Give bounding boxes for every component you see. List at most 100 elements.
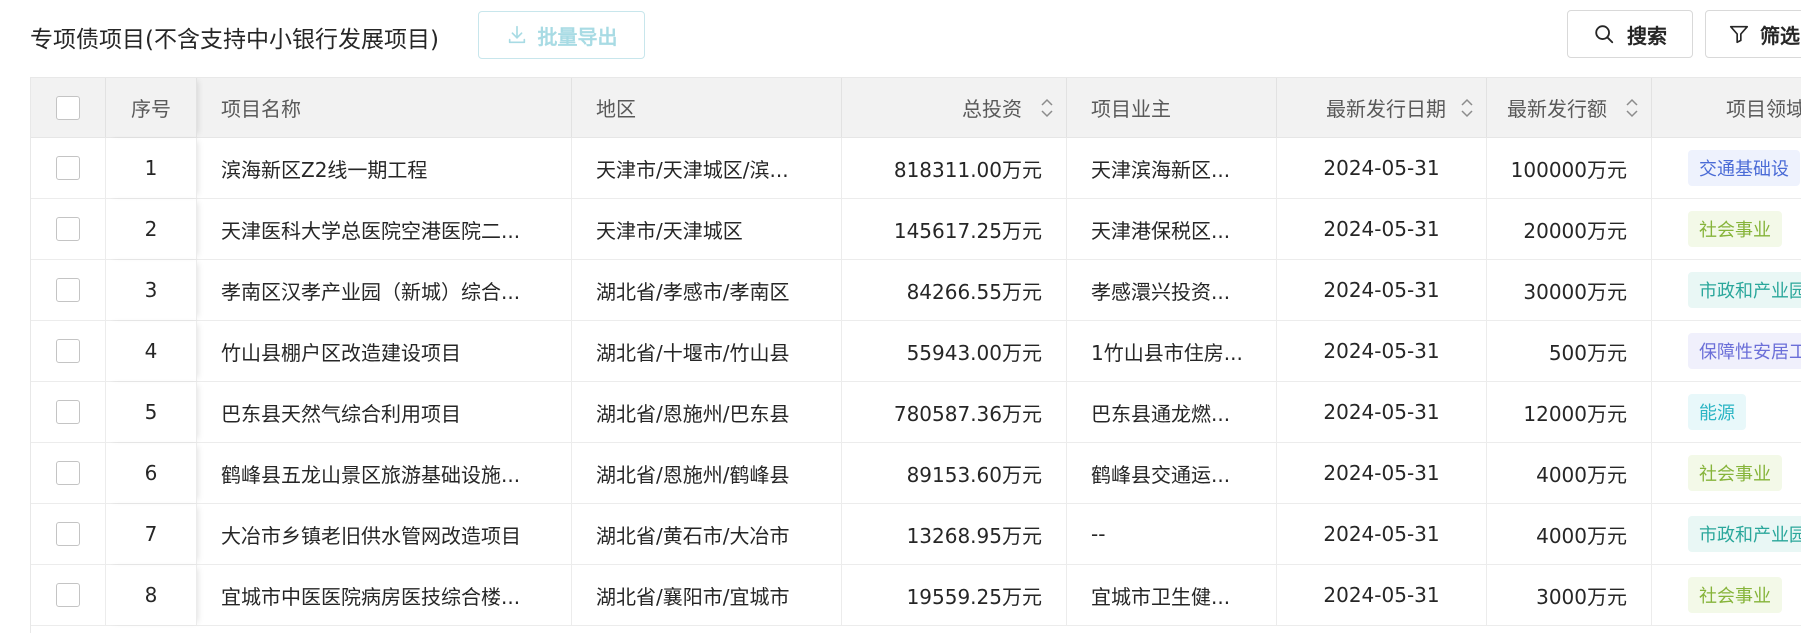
table-row[interactable]: 6 鹤峰县五龙山景区旅游基础设施... 湖北省/恩施州/鹤峰县 89153.60… xyxy=(31,443,1801,504)
sort-icon[interactable] xyxy=(1460,97,1474,119)
row-seq: 1 xyxy=(106,138,197,198)
row-region: 湖北省/襄阳市/宜城市 xyxy=(572,565,842,625)
field-tag: 保障性安居工 xyxy=(1688,333,1801,369)
row-issue-amount: 3000万元 xyxy=(1487,565,1652,625)
row-check-cell xyxy=(31,443,106,503)
row-project-name[interactable]: 孝南区汉孝产业园（新城）综合... xyxy=(197,260,572,320)
search-icon xyxy=(1595,25,1614,44)
col-issue-amount[interactable]: 最新发行额 xyxy=(1487,78,1652,137)
row-checkbox[interactable] xyxy=(56,461,80,485)
row-field-cell: 市政和产业园区 xyxy=(1652,504,1801,564)
row-project-name[interactable]: 天津医科大学总医院空港医院二... xyxy=(197,199,572,259)
row-seq: 2 xyxy=(106,199,197,259)
table-row[interactable]: 1 滨海新区Z2线一期工程 天津市/天津城区/滨... 818311.00万元 … xyxy=(31,138,1801,199)
row-investment: 89153.60万元 xyxy=(842,443,1067,503)
row-seq: 4 xyxy=(106,321,197,381)
col-name: 项目名称 xyxy=(197,78,572,137)
row-project-name[interactable]: 竹山县棚户区改造建设项目 xyxy=(197,321,572,381)
col-region: 地区 xyxy=(572,78,842,137)
row-check-cell xyxy=(31,138,106,198)
row-owner: 1竹山县市住房... xyxy=(1067,321,1277,381)
row-field-cell: 社会事业 xyxy=(1652,565,1801,625)
row-issue-date: 2024-05-31 xyxy=(1277,382,1487,442)
row-issue-amount: 100000万元 xyxy=(1487,138,1652,198)
row-project-name[interactable]: 宜城市中医医院病房医技综合楼... xyxy=(197,565,572,625)
row-project-name[interactable]: 巴东县天然气综合利用项目 xyxy=(197,382,572,442)
header-check-cell xyxy=(31,78,106,137)
row-owner: 天津滨海新区... xyxy=(1067,138,1277,198)
row-project-name[interactable]: 滨海新区Z2线一期工程 xyxy=(197,138,572,198)
row-issue-date: 2024-05-31 xyxy=(1277,443,1487,503)
table-row[interactable]: 7 大冶市乡镇老旧供水管网改造项目 湖北省/黄石市/大冶市 13268.95万元… xyxy=(31,504,1801,565)
row-seq: 5 xyxy=(106,382,197,442)
row-checkbox[interactable] xyxy=(56,217,80,241)
row-issue-date: 2024-05-31 xyxy=(1277,138,1487,198)
row-check-cell xyxy=(31,504,106,564)
download-icon xyxy=(508,25,525,44)
filter-label: 筛选 xyxy=(1760,23,1800,48)
col-issue-date[interactable]: 最新发行日期 xyxy=(1277,78,1487,137)
row-checkbox[interactable] xyxy=(56,583,80,607)
page-title: 专项债项目(不含支持中小银行发展项目) xyxy=(30,27,439,53)
row-field-cell: 能源 xyxy=(1652,382,1801,442)
row-project-name[interactable]: 鹤峰县五龙山景区旅游基础设施... xyxy=(197,443,572,503)
table-row[interactable]: 8 宜城市中医医院病房医技综合楼... 湖北省/襄阳市/宜城市 19559.25… xyxy=(31,565,1801,626)
field-tag: 社会事业 xyxy=(1688,577,1782,613)
row-project-name[interactable]: 大冶市乡镇老旧供水管网改造项目 xyxy=(197,504,572,564)
row-owner: 天津港保税区... xyxy=(1067,199,1277,259)
filter-button[interactable]: 筛选 xyxy=(1705,10,1801,58)
search-button[interactable]: 搜索 xyxy=(1567,10,1693,58)
col-owner: 项目业主 xyxy=(1067,78,1277,137)
row-field-cell: 交通基础设 xyxy=(1652,138,1801,198)
table-row[interactable]: 3 孝南区汉孝产业园（新城）综合... 湖北省/孝感市/孝南区 84266.55… xyxy=(31,260,1801,321)
row-field-cell: 市政和产业园区 xyxy=(1652,260,1801,320)
sort-icon[interactable] xyxy=(1625,97,1639,119)
batch-export-button[interactable]: 批量导出 xyxy=(478,11,645,59)
row-owner: 巴东县通龙燃... xyxy=(1067,382,1277,442)
row-investment: 55943.00万元 xyxy=(842,321,1067,381)
row-issue-amount: 500万元 xyxy=(1487,321,1652,381)
row-region: 湖北省/孝感市/孝南区 xyxy=(572,260,842,320)
row-issue-date: 2024-05-31 xyxy=(1277,321,1487,381)
col-investment[interactable]: 总投资 xyxy=(842,78,1067,137)
row-region: 天津市/天津城区/滨... xyxy=(572,138,842,198)
row-region: 湖北省/黄石市/大冶市 xyxy=(572,504,842,564)
row-investment: 19559.25万元 xyxy=(842,565,1067,625)
row-seq: 3 xyxy=(106,260,197,320)
row-field-cell: 社会事业 xyxy=(1652,199,1801,259)
table-row[interactable]: 5 巴东县天然气综合利用项目 湖北省/恩施州/巴东县 780587.36万元 巴… xyxy=(31,382,1801,443)
row-issue-amount: 12000万元 xyxy=(1487,382,1652,442)
col-issue-date-label: 最新发行日期 xyxy=(1326,97,1446,121)
project-table: 序号 项目名称 地区 总投资 项目业主 最新发行日期 最新发行额 项目领域 1 … xyxy=(30,77,1801,633)
row-owner: 孝感澴兴投资... xyxy=(1067,260,1277,320)
row-checkbox[interactable] xyxy=(56,339,80,363)
sort-icon[interactable] xyxy=(1040,97,1054,119)
row-issue-date: 2024-05-31 xyxy=(1277,199,1487,259)
select-all-checkbox[interactable] xyxy=(56,95,80,120)
col-investment-label: 总投资 xyxy=(962,97,1022,121)
row-checkbox[interactable] xyxy=(56,400,80,424)
row-check-cell xyxy=(31,199,106,259)
row-region: 天津市/天津城区 xyxy=(572,199,842,259)
row-checkbox[interactable] xyxy=(56,522,80,546)
row-seq: 7 xyxy=(106,504,197,564)
row-issue-date: 2024-05-31 xyxy=(1277,260,1487,320)
row-issue-amount: 4000万元 xyxy=(1487,504,1652,564)
row-investment: 84266.55万元 xyxy=(842,260,1067,320)
row-seq: 6 xyxy=(106,443,197,503)
row-owner: 宜城市卫生健... xyxy=(1067,565,1277,625)
col-field: 项目领域 xyxy=(1652,78,1801,137)
table-row[interactable]: 2 天津医科大学总医院空港医院二... 天津市/天津城区 145617.25万元… xyxy=(31,199,1801,260)
row-issue-date: 2024-05-31 xyxy=(1277,565,1487,625)
row-checkbox[interactable] xyxy=(56,278,80,302)
table-row[interactable]: 4 竹山县棚户区改造建设项目 湖北省/十堰市/竹山县 55943.00万元 1竹… xyxy=(31,321,1801,382)
row-owner: -- xyxy=(1067,504,1277,564)
field-tag: 社会事业 xyxy=(1688,211,1782,247)
row-investment: 818311.00万元 xyxy=(842,138,1067,198)
field-tag: 社会事业 xyxy=(1688,455,1782,491)
row-checkbox[interactable] xyxy=(56,156,80,180)
row-region: 湖北省/十堰市/竹山县 xyxy=(572,321,842,381)
row-field-cell: 保障性安居工 xyxy=(1652,321,1801,381)
export-label: 批量导出 xyxy=(537,24,618,49)
row-check-cell xyxy=(31,565,106,625)
